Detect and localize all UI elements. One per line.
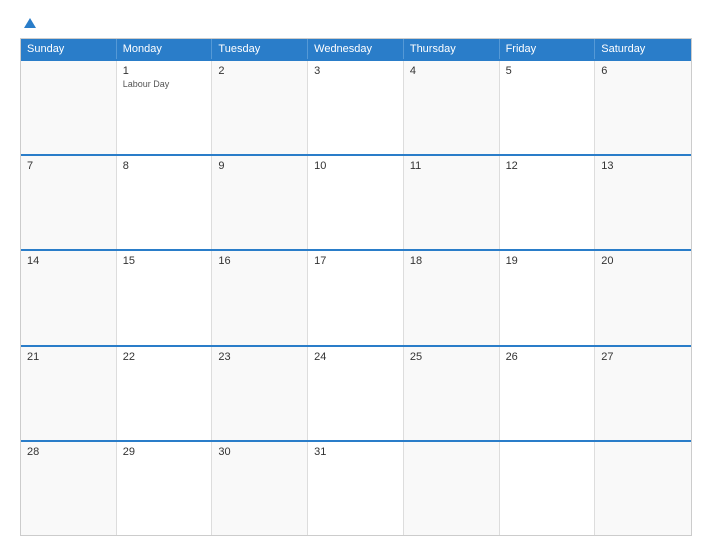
cal-cell: 17 (308, 251, 404, 344)
week-row-5: 28 29 30 31 (21, 440, 691, 535)
cal-cell: 13 (595, 156, 691, 249)
day-header-wednesday: Wednesday (308, 39, 404, 59)
day-number: 5 (506, 65, 589, 77)
cal-cell: 2 (212, 61, 308, 154)
cal-cell: 29 (117, 442, 213, 535)
cal-cell: 23 (212, 347, 308, 440)
cal-cell: 5 (500, 61, 596, 154)
day-header-monday: Monday (117, 39, 213, 59)
cal-cell: 6 (595, 61, 691, 154)
calendar-grid: SundayMondayTuesdayWednesdayThursdayFrid… (20, 38, 692, 536)
cal-cell: 10 (308, 156, 404, 249)
cal-cell: 7 (21, 156, 117, 249)
cal-cell: 15 (117, 251, 213, 344)
day-number: 3 (314, 65, 397, 77)
cal-cell: 24 (308, 347, 404, 440)
day-header-friday: Friday (500, 39, 596, 59)
day-number: 12 (506, 160, 589, 172)
cal-cell: 14 (21, 251, 117, 344)
day-number: 27 (601, 351, 685, 363)
week-row-1: 1 Labour Day 2 3 4 56 (21, 59, 691, 154)
cal-cell: 21 (21, 347, 117, 440)
calendar-body: 1Labour Day23456789101112131415161718192… (21, 59, 691, 535)
day-number: 21 (27, 351, 110, 363)
cal-cell: 3 (308, 61, 404, 154)
day-number: 11 (410, 160, 493, 172)
day-number: 4 (410, 65, 493, 77)
day-header-sunday: Sunday (21, 39, 117, 59)
week-row-4: 21 22 23 24 25 26 27 (21, 345, 691, 440)
day-number: 29 (123, 446, 206, 458)
day-number: 25 (410, 351, 493, 363)
holiday-label: Labour Day (123, 79, 206, 89)
cal-cell (595, 442, 691, 535)
cal-cell (21, 61, 117, 154)
cal-cell: 26 (500, 347, 596, 440)
logo-blue-text (20, 18, 36, 28)
day-number: 13 (601, 160, 685, 172)
cal-cell: 19 (500, 251, 596, 344)
cal-cell: 9 (212, 156, 308, 249)
day-number: 2 (218, 65, 301, 77)
day-header-thursday: Thursday (404, 39, 500, 59)
logo (20, 18, 36, 28)
day-number: 10 (314, 160, 397, 172)
day-header-saturday: Saturday (595, 39, 691, 59)
cal-cell: 30 (212, 442, 308, 535)
day-number: 14 (27, 255, 110, 267)
cal-cell (404, 442, 500, 535)
day-number: 26 (506, 351, 589, 363)
logo-triangle-icon (24, 18, 36, 28)
cal-cell: 18 (404, 251, 500, 344)
day-number: 7 (27, 160, 110, 172)
day-number: 9 (218, 160, 301, 172)
day-number: 30 (218, 446, 301, 458)
cal-cell: 22 (117, 347, 213, 440)
day-number: 22 (123, 351, 206, 363)
day-number: 18 (410, 255, 493, 267)
day-number: 17 (314, 255, 397, 267)
cal-cell (500, 442, 596, 535)
week-row-3: 14 15 16 17 18 19 20 (21, 249, 691, 344)
calendar-page: SundayMondayTuesdayWednesdayThursdayFrid… (0, 0, 712, 550)
day-number: 1 (123, 65, 206, 77)
day-header-tuesday: Tuesday (212, 39, 308, 59)
day-number: 6 (601, 65, 685, 77)
day-number: 15 (123, 255, 206, 267)
cal-cell: 25 (404, 347, 500, 440)
day-number: 23 (218, 351, 301, 363)
cal-cell: 16 (212, 251, 308, 344)
day-number: 8 (123, 160, 206, 172)
cal-cell: 12 (500, 156, 596, 249)
cal-cell: 11 (404, 156, 500, 249)
day-number: 28 (27, 446, 110, 458)
day-number: 31 (314, 446, 397, 458)
week-row-2: 7 89 10 11 12 13 (21, 154, 691, 249)
cal-cell: 4 (404, 61, 500, 154)
days-header-row: SundayMondayTuesdayWednesdayThursdayFrid… (21, 39, 691, 59)
cal-cell: 1 Labour Day (117, 61, 213, 154)
cal-cell: 31 (308, 442, 404, 535)
cal-cell: 28 (21, 442, 117, 535)
day-number: 24 (314, 351, 397, 363)
cal-cell: 20 (595, 251, 691, 344)
header (20, 18, 692, 28)
day-number: 20 (601, 255, 685, 267)
day-number: 19 (506, 255, 589, 267)
day-number: 16 (218, 255, 301, 267)
cal-cell: 8 (117, 156, 213, 249)
cal-cell: 27 (595, 347, 691, 440)
